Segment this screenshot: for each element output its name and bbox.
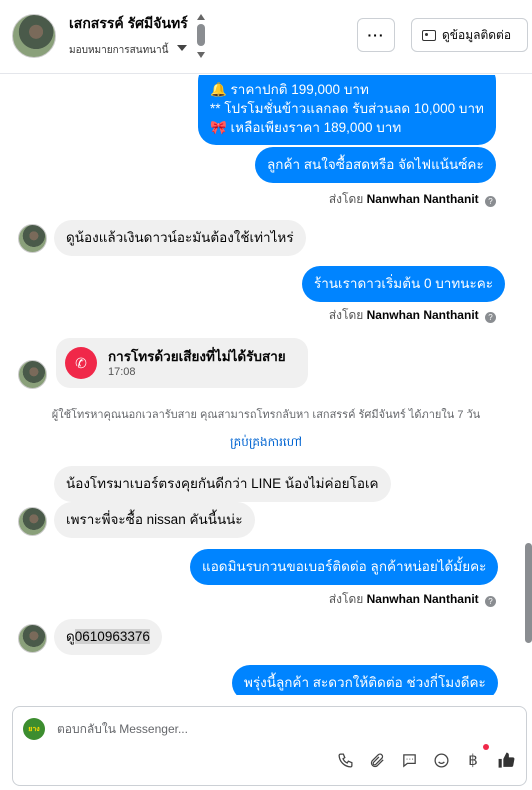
header-scrollbar[interactable] xyxy=(197,14,205,60)
missed-call-card[interactable]: ✆ การโทรด้วยเสียงที่ไม่ได้รับสาย 17:08 xyxy=(56,338,308,388)
message-thread[interactable]: 🔔 ราคาปกติ 199,000 บาท ** โปรโมชั่นข้าวแ… xyxy=(0,75,532,695)
avatar xyxy=(18,360,47,389)
sent-by-prefix: ส่งโดย xyxy=(328,592,364,606)
notification-dot xyxy=(483,744,489,750)
thread-scrollbar[interactable] xyxy=(525,75,532,695)
chevron-down-icon[interactable] xyxy=(177,45,187,51)
scrollbar-thumb[interactable] xyxy=(525,543,532,643)
scroll-up-icon[interactable] xyxy=(197,14,205,20)
message-incoming: ดู0610963376 xyxy=(54,619,162,655)
message-incoming: ดูน้องแล้วเงินดาวน์อะมันต้องใช้เท่าไหร่ xyxy=(54,220,306,256)
info-icon[interactable]: ? xyxy=(485,196,496,207)
contact-avatar[interactable] xyxy=(12,14,56,58)
sent-by-name: Nanwhan Nanthanit xyxy=(366,192,479,206)
emoji-icon[interactable] xyxy=(430,749,452,771)
message-text: ดู xyxy=(66,629,75,644)
message-incoming: น้องโทรมาเบอร์ตรงคุยกันดีกว่า LINE น้องไ… xyxy=(54,466,391,502)
message-outgoing: แอดมินรบกวนขอเบอร์ติดต่อ ลูกค้าหน่อยได้ม… xyxy=(190,549,499,585)
assign-conversation-label[interactable]: มอบหมายการสนทนานี้ xyxy=(69,43,168,58)
message-outgoing: ร้านเราดาวเริ่มต้น 0 บาทนะคะ xyxy=(302,266,506,302)
info-icon[interactable]: ? xyxy=(485,312,496,323)
more-options-button[interactable]: ··· xyxy=(357,18,395,52)
missed-call-notice: ผู้ใช้โทรหาคุณนอกเวลารับสาย คุณสามารถโทร… xyxy=(51,409,481,421)
call-title: การโทรด้วยเสียงที่ไม่ได้รับสาย xyxy=(108,349,286,364)
sent-by-label: ส่งโดย Nanwhan Nanthanit ? xyxy=(329,590,496,609)
paperclip-icon[interactable] xyxy=(366,749,388,771)
sent-by-prefix: ส่งโดย xyxy=(328,308,364,322)
info-icon[interactable]: ? xyxy=(485,596,496,607)
baht-icon[interactable]: ฿ xyxy=(462,749,484,771)
phone-icon[interactable] xyxy=(334,749,356,771)
avatar xyxy=(18,507,47,536)
sent-by-label: ส่งโดย Nanwhan Nanthanit ? xyxy=(329,306,496,325)
message-outgoing: พรุ่งนี้ลูกค้า สะดวกให้ติดต่อ ช่วงกี่โมง… xyxy=(232,665,498,695)
manage-calls-link[interactable]: គ្រប់គ្រងការហៅ xyxy=(0,434,532,452)
message-line: 🔔 ราคาปกติ 199,000 บาท xyxy=(210,82,369,97)
message-outgoing: 🔔 ราคาปกติ 199,000 บาท ** โปรโมชั่นข้าวแ… xyxy=(198,75,496,145)
avatar xyxy=(18,624,47,653)
page-logo: ยาง xyxy=(23,718,45,740)
sent-by-name: Nanwhan Nanthanit xyxy=(366,592,479,606)
view-contact-label: ดูข้อมูลติดต่อ xyxy=(442,27,512,42)
contact-name[interactable]: เสกสรรค์ รัศมีจันทร์ xyxy=(69,13,188,35)
like-icon[interactable] xyxy=(495,749,517,771)
scroll-down-icon[interactable] xyxy=(197,52,205,58)
message-line: 🎀 เหลือเพียงราคา 189,000 บาท xyxy=(210,120,402,135)
view-contact-button[interactable]: ดูข้อมูลติดต่อ xyxy=(411,18,528,52)
reply-composer: ยาง ฿ xyxy=(12,706,527,786)
sent-by-name: Nanwhan Nanthanit xyxy=(366,308,479,322)
conversation-header: เสกสรรค์ รัศมีจันทร์ มอบหมายการสนทนานี้ … xyxy=(0,0,532,74)
message-line: ** โปรโมชั่นข้าวแลกลด รับส่วนลด 10,000 บ… xyxy=(210,101,484,116)
phone-number[interactable]: 0610963376 xyxy=(74,629,150,644)
sent-by-prefix: ส่งโดย xyxy=(328,192,364,206)
message-incoming: เพราะพี่จะซื้อ nissan คันนี้นน่ะ xyxy=(54,502,255,538)
scrollbar-thumb[interactable] xyxy=(197,24,205,46)
quick-reply-icon[interactable] xyxy=(398,749,420,771)
avatar xyxy=(18,224,47,253)
sent-by-label: ส่งโดย Nanwhan Nanthanit ? xyxy=(329,190,496,209)
reply-input[interactable] xyxy=(57,719,497,739)
contact-card-icon xyxy=(422,29,436,41)
message-outgoing: ลูกค้า สนใจซื้อสดหรือ จัดไฟแน้นซ์คะ xyxy=(255,147,496,183)
call-time: 17:08 xyxy=(108,366,136,378)
missed-call-icon: ✆ xyxy=(65,347,97,379)
